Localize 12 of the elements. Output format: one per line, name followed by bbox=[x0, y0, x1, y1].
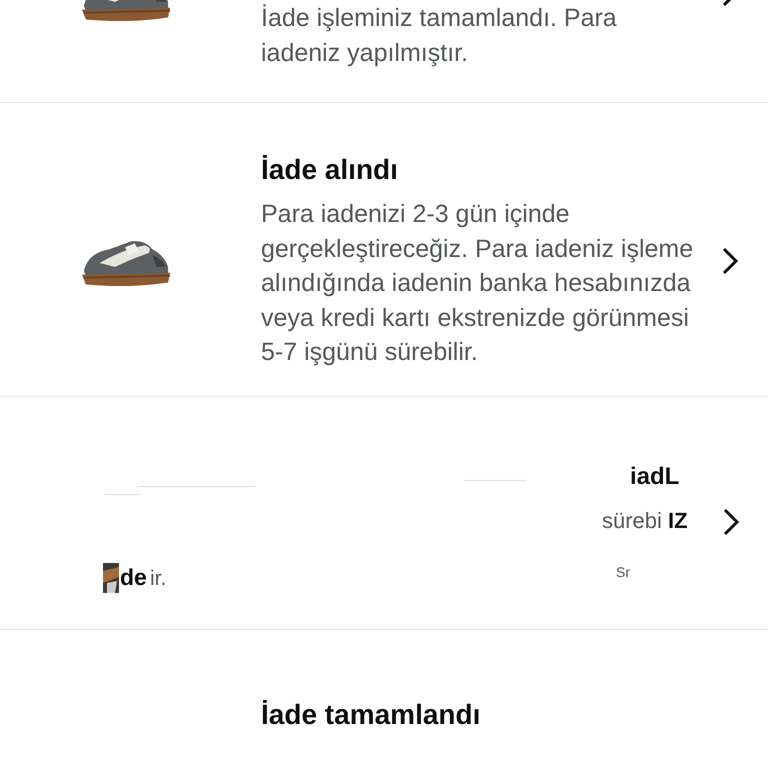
chevron-right-icon[interactable] bbox=[722, 506, 740, 536]
chevron-right-icon[interactable] bbox=[721, 246, 739, 276]
text-fragment: Sr bbox=[616, 564, 630, 578]
text-fragment: iadL bbox=[630, 464, 680, 488]
text-fragment: sürebi bbox=[602, 510, 662, 532]
status-title: İade alındı bbox=[261, 153, 399, 187]
status-message: İade işleminiz tamamlandı. Para iadeniz yapılmıştır. bbox=[261, 3, 618, 68]
status-message: Para iadenizi 2-3 gün içinde gerçekleştireceğiz. Para iadeniz işleme alındığında iadenin banka hesabınızda veya kredi kartı ekstrenizde görünmesi 5-7 işgünü sürebilir. bbox=[261, 199, 694, 368]
text-fragment: IZ bbox=[668, 510, 688, 532]
status-title: İade tamamlandı bbox=[261, 698, 482, 732]
text-fragment: de bbox=[120, 566, 147, 588]
text-fragment: ir. bbox=[150, 568, 166, 588]
